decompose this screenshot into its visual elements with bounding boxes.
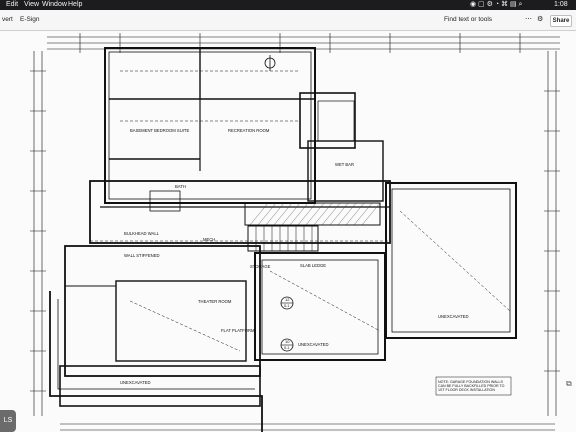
room-label-bath: BATH bbox=[175, 184, 186, 189]
room-label-unexcavated-right: UNEXCAVATED bbox=[438, 314, 469, 319]
app-toolbar: vert E-Sign Find text or tools ⋯ ⚙ Share bbox=[0, 10, 576, 31]
label-flat-platform: FLAT PLATFORM bbox=[221, 328, 255, 333]
room-label-mech: MECH bbox=[203, 237, 216, 242]
convert-tab[interactable]: vert bbox=[2, 16, 13, 23]
sidebar-toggle-icon[interactable]: ⧉ bbox=[566, 379, 574, 389]
document-canvas[interactable]: BASEMENT BEDROOM SUITE RECREATION ROOM W… bbox=[0, 31, 576, 432]
tools-icon[interactable]: ⚙ bbox=[537, 15, 543, 23]
clock: 1:08 bbox=[554, 1, 568, 8]
detail-sheet-ref: S-1 bbox=[284, 346, 290, 350]
label-storage: STORAGE bbox=[250, 264, 271, 269]
detail-tag-10[interactable]: 10 bbox=[285, 339, 289, 344]
share-button[interactable]: Share bbox=[550, 15, 572, 27]
esign-tab[interactable]: E-Sign bbox=[20, 16, 40, 23]
room-label-bedroom-suite: BASEMENT BEDROOM SUITE bbox=[130, 128, 190, 133]
menu-view[interactable]: View bbox=[24, 0, 39, 10]
room-label-unexcavated-mid: UNEXCAVATED bbox=[298, 342, 329, 347]
label-wall-stiffened: WALL STIFFENED bbox=[124, 253, 160, 258]
foundation-note: NOTE: GARAGE FOUNDATION WALLS CAN BE FUL… bbox=[438, 380, 505, 393]
menu-window[interactable]: Window bbox=[42, 0, 67, 10]
menu-bar: Edit View Window Help ◉ ▢ ⚙ ◔ ⌘ ▤ ⌕ 1:08 bbox=[0, 0, 576, 10]
room-label-wet-bar: WET BAR bbox=[335, 162, 355, 167]
label-bulkhead-wall: BULKHEAD WALL bbox=[124, 231, 159, 236]
detail-sheet-ref: S-1 bbox=[284, 304, 290, 308]
menu-edit[interactable]: Edit bbox=[6, 0, 18, 10]
room-label-theater: THEATER ROOM bbox=[198, 299, 232, 304]
menu-help[interactable]: Help bbox=[68, 0, 82, 10]
detail-tag-12[interactable]: 12 bbox=[285, 297, 289, 302]
room-label-recreation: RECREATION ROOM bbox=[228, 128, 270, 133]
overflow-menu-icon[interactable]: ⋯ bbox=[525, 15, 532, 23]
label-slab-ledge: SLAB LEDGE bbox=[300, 263, 327, 268]
floor-plan-drawing bbox=[30, 33, 560, 432]
find-tools-field[interactable]: Find text or tools bbox=[444, 16, 492, 23]
page-chip[interactable]: LS bbox=[0, 410, 16, 432]
room-label-unexcavated-bottom: UNEXCAVATED bbox=[120, 380, 151, 385]
status-icons: ◉ ▢ ⚙ ◔ ⌘ ▤ ⌕ bbox=[470, 1, 523, 8]
